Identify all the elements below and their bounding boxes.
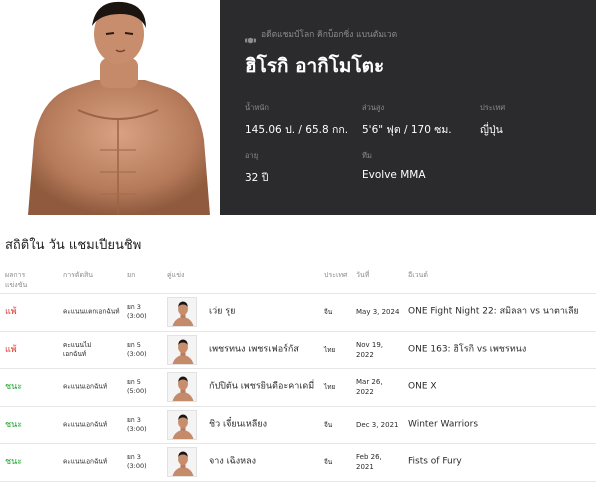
header-date: วันที่ <box>356 271 370 279</box>
round-cell: ยก 3 (3:00) <box>127 303 147 321</box>
round-cell: ยก 3 (3:00) <box>127 453 147 471</box>
event-cell[interactable]: Winter Warriors <box>408 418 590 431</box>
opponent-avatar[interactable] <box>167 372 197 403</box>
stat-team-label: ทีม <box>362 151 372 160</box>
opponent-avatar[interactable] <box>167 334 197 365</box>
date-cell: Mar 26, 2022 <box>356 378 383 397</box>
stat-age-value: 32 ปี <box>245 172 269 184</box>
stat-height-label: ส่วนสูง <box>362 103 385 112</box>
stat-country-label: ประเทศ <box>480 103 506 112</box>
country-cell: ไทย <box>324 345 336 354</box>
event-cell[interactable]: ONE X <box>408 381 590 394</box>
opponent-name[interactable]: กัปปิตัน เพชรยินดีอะคาเดมี่ <box>209 381 319 394</box>
athlete-hero: อดีตแชมป์โลก คิกบ็อกซิ่ง แบนตัมเวต ฮิโรก… <box>0 0 596 215</box>
stat-country: ประเทศ ญี่ปุ่น <box>480 102 505 138</box>
country-cell: จีน <box>324 458 333 467</box>
result-cell: แพ้ <box>5 307 17 318</box>
header-country: ประเทศ <box>324 271 348 279</box>
round-cell: ยก 5 (3:00) <box>127 340 147 358</box>
table-row[interactable]: ชนะ คะแนนเอกฉันท์ ยก 3 (3:00) จาง เฉิงหล… <box>0 444 596 482</box>
event-cell[interactable]: ONE Fight Night 22: สมิลลา vs นาตาเลีย <box>408 306 590 319</box>
method-cell: คะแนนเอกฉันท์ <box>63 420 108 429</box>
header-method: การตัดสิน <box>63 271 94 279</box>
result-cell: แพ้ <box>5 344 17 355</box>
table-row[interactable]: ชนะ คะแนนเอกฉันท์ ยก 3 (3:00) ชิว เจี๋ยน… <box>0 407 596 444</box>
opponent-name[interactable]: จาง เฉิงหลง <box>209 456 319 469</box>
opponent-avatar[interactable] <box>167 447 197 478</box>
header-result: ผลการ แข่งขัน <box>5 271 28 289</box>
method-cell: คะแนนไม่ เอกฉันท์ <box>63 340 92 358</box>
event-cell[interactable]: ONE 163: ฮิโรกิ vs เพชรทนง <box>408 343 590 356</box>
event-cell[interactable]: Fists of Fury <box>408 456 590 469</box>
table-row[interactable]: แพ้ คะแนนแตกเอกฉันท์ ยก 3 (3:00) เว่ย รุ… <box>0 294 596 332</box>
athlete-portrait-image <box>0 0 220 215</box>
stat-country-value: ญี่ปุ่น <box>480 124 503 136</box>
table-row[interactable]: แพ้ คะแนนไม่ เอกฉันท์ ยก 5 (3:00) เพชรทน… <box>0 332 596 369</box>
stat-height: ส่วนสูง 5'6" ฟุต / 170 ซม. <box>362 102 452 138</box>
country-cell: จีน <box>324 420 333 429</box>
method-cell: คะแนนเอกฉันท์ <box>63 457 108 466</box>
record-title: สถิติใน วัน แชมเปียนชิพ <box>5 238 142 253</box>
header-opponent: คู่แข่ง <box>167 271 185 279</box>
opponent-avatar[interactable] <box>167 409 197 440</box>
header-round: ยก <box>127 271 136 279</box>
method-cell: คะแนนเอกฉันท์ <box>63 382 108 391</box>
fight-record-table: ผลการ แข่งขัน การตัดสิน ยก คู่แข่ง ประเท… <box>0 264 596 482</box>
table-header: ผลการ แข่งขัน การตัดสิน ยก คู่แข่ง ประเท… <box>0 264 596 294</box>
opponent-avatar[interactable] <box>167 297 197 328</box>
method-cell: คะแนนแตกเอกฉันท์ <box>63 307 120 316</box>
athlete-photo <box>0 0 220 215</box>
opponent-name[interactable]: เพชรทนง เพชรเฟอร์กัส <box>209 343 319 356</box>
round-cell: ยก 5 (5:00) <box>127 378 147 396</box>
date-cell: May 3, 2024 <box>356 308 400 317</box>
result-cell: ชนะ <box>5 419 23 430</box>
opponent-name[interactable]: เว่ย รุย <box>209 306 319 319</box>
stat-weight-label: น้ำหนัก <box>245 103 269 112</box>
header-event: อีเวนต์ <box>408 271 428 279</box>
result-cell: ชนะ <box>5 457 23 468</box>
stat-weight-value: 145.06 ป. / 65.8 กก. <box>245 124 349 136</box>
stat-weight: น้ำหนัก 145.06 ป. / 65.8 กก. <box>245 102 348 138</box>
table-body: แพ้ คะแนนแตกเอกฉันท์ ยก 3 (3:00) เว่ย รุ… <box>0 294 596 482</box>
date-cell: Nov 19, 2022 <box>356 340 384 359</box>
athlete-info-panel: อดีตแชมป์โลก คิกบ็อกซิ่ง แบนตัมเวต ฮิโรก… <box>220 0 596 215</box>
title-badge: อดีตแชมป์โลก คิกบ็อกซิ่ง แบนตัมเวต <box>245 27 398 44</box>
athlete-name: ฮิโรกิ อากิโมโตะ <box>245 55 385 77</box>
belt-icon <box>245 30 256 44</box>
stat-height-value: 5'6" ฟุต / 170 ซม. <box>362 124 452 136</box>
country-cell: ไทย <box>324 383 336 392</box>
stat-age-label: อายุ <box>245 151 259 160</box>
date-cell: Feb 26, 2021 <box>356 453 382 472</box>
country-cell: จีน <box>324 308 333 317</box>
round-cell: ยก 3 (3:00) <box>127 415 147 433</box>
opponent-name[interactable]: ชิว เจี๋ยนเหลียง <box>209 418 319 431</box>
table-row[interactable]: ชนะ คะแนนเอกฉันท์ ยก 5 (5:00) กัปปิตัน เ… <box>0 369 596 407</box>
stat-age: อายุ 32 ปี <box>245 150 268 186</box>
result-cell: ชนะ <box>5 382 23 393</box>
stat-team: ทีม Evolve MMA <box>362 150 426 181</box>
title-badge-text: อดีตแชมป์โลก คิกบ็อกซิ่ง แบนตัมเวต <box>261 30 398 40</box>
stat-team-value: Evolve MMA <box>362 169 426 181</box>
date-cell: Dec 3, 2021 <box>356 420 399 429</box>
